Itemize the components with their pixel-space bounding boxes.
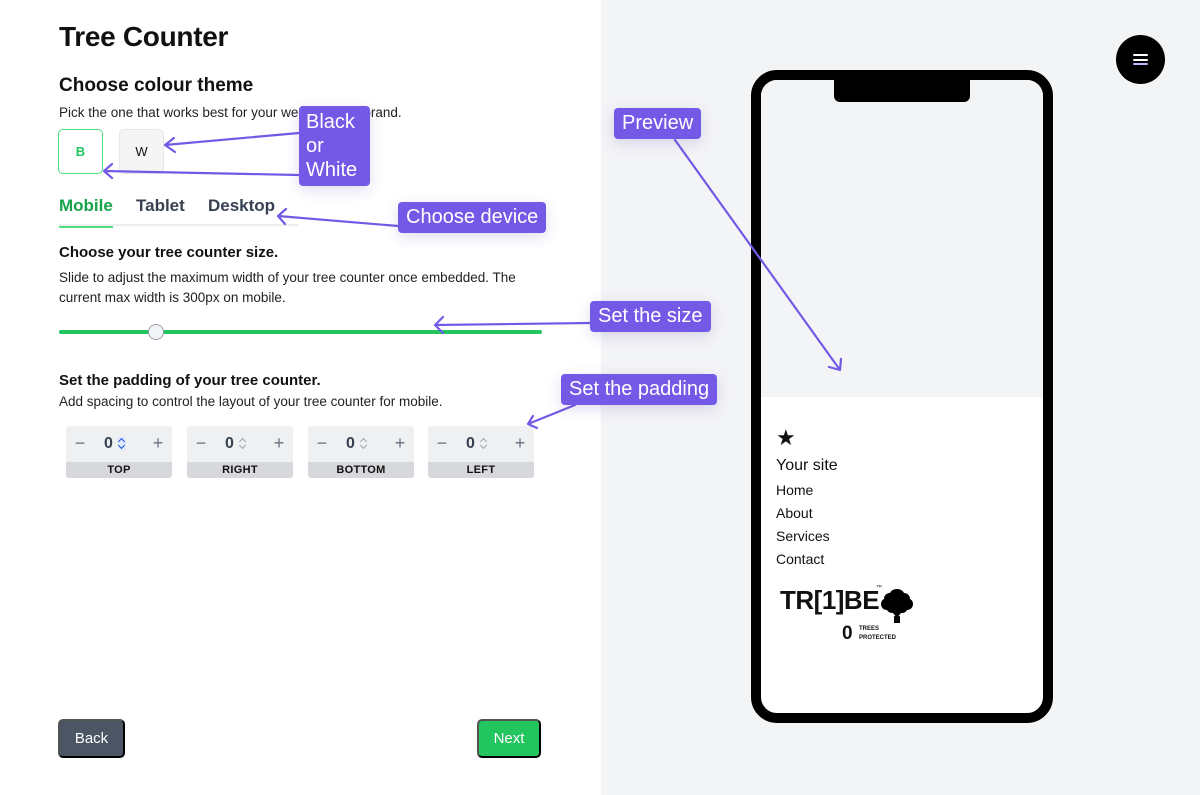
padding-right-stepper: − 0 + RIGHT	[187, 426, 293, 478]
annotation-set-padding: Set the padding	[561, 374, 718, 405]
spinner-icon[interactable]	[480, 437, 488, 450]
tab-mobile[interactable]: Mobile	[59, 196, 113, 228]
padding-right-input[interactable]: 0	[225, 435, 234, 453]
tab-desktop[interactable]: Desktop	[208, 196, 275, 226]
preview-header-area	[761, 80, 1043, 397]
increment-button[interactable]: +	[148, 433, 168, 454]
spinner-icon[interactable]	[360, 437, 368, 450]
page-title: Tree Counter	[59, 21, 229, 52]
theme-black-button[interactable]: B	[58, 129, 103, 174]
site-nav: Home About Services Contact	[776, 482, 838, 567]
decrement-button[interactable]: −	[312, 433, 332, 454]
stepper-label: BOTTOM	[308, 462, 414, 478]
padding-description: Add spacing to control the layout of you…	[59, 394, 443, 409]
size-heading: Choose your tree counter size.	[59, 244, 279, 261]
annotation-preview: Preview	[614, 108, 702, 139]
preview-site: ★ Your site Home About Services Contact	[776, 425, 838, 567]
device-tabs: Mobile Tablet Desktop	[59, 196, 299, 228]
increment-button[interactable]: +	[390, 433, 410, 454]
size-slider[interactable]	[59, 320, 542, 344]
nav-link-about[interactable]: About	[776, 505, 838, 521]
padding-left-input[interactable]: 0	[466, 435, 475, 453]
spinner-icon[interactable]	[239, 437, 247, 450]
tree-icon	[881, 589, 913, 623]
nav-link-home[interactable]: Home	[776, 482, 838, 498]
tribe-logo: TR[1]BE	[780, 585, 880, 615]
stepper-label: RIGHT	[187, 462, 293, 478]
annotation-set-size: Set the size	[590, 301, 711, 332]
site-name: Your site	[776, 457, 838, 474]
slider-thumb[interactable]	[148, 324, 164, 340]
theme-heading: Choose colour theme	[59, 75, 254, 96]
menu-button[interactable]	[1116, 35, 1165, 84]
next-button[interactable]: Next	[477, 719, 541, 758]
hamburger-menu-icon	[1133, 54, 1148, 65]
annotation-choose-device: Choose device	[398, 202, 547, 233]
star-icon: ★	[776, 425, 796, 450]
slider-track[interactable]	[59, 330, 542, 334]
increment-button[interactable]: +	[269, 433, 289, 454]
size-description: Slide to adjust the maximum width of you…	[59, 270, 516, 305]
stepper-label: LEFT	[428, 462, 534, 478]
phone-notch	[834, 80, 970, 102]
padding-bottom-stepper: − 0 + BOTTOM	[308, 426, 414, 478]
phone-preview: ★ Your site Home About Services Contact …	[751, 70, 1053, 723]
spinner-icon[interactable]	[118, 437, 126, 450]
nav-link-services[interactable]: Services	[776, 528, 838, 544]
tab-tablet[interactable]: Tablet	[136, 196, 185, 226]
padding-heading: Set the padding of your tree counter.	[59, 372, 321, 389]
nav-link-contact[interactable]: Contact	[776, 551, 838, 567]
padding-top-stepper: − 0 + TOP	[66, 426, 172, 478]
trees-count: 0	[842, 623, 853, 644]
stepper-label: TOP	[66, 462, 172, 478]
padding-bottom-input[interactable]: 0	[346, 435, 355, 453]
decrement-button[interactable]: −	[70, 433, 90, 454]
decrement-button[interactable]: −	[191, 433, 211, 454]
padding-left-stepper: − 0 + LEFT	[428, 426, 534, 478]
tree-counter-widget: TR[1]BE ™ 0 TREES PROTECTED	[780, 577, 920, 644]
annotation-black-or-white: Black or White	[299, 106, 370, 186]
increment-button[interactable]: +	[510, 433, 530, 454]
back-button[interactable]: Back	[58, 719, 125, 758]
padding-top-input[interactable]: 0	[104, 435, 113, 453]
theme-white-button[interactable]: W	[119, 129, 164, 174]
trees-protected-label: TREES PROTECTED	[859, 626, 897, 641]
decrement-button[interactable]: −	[432, 433, 452, 454]
